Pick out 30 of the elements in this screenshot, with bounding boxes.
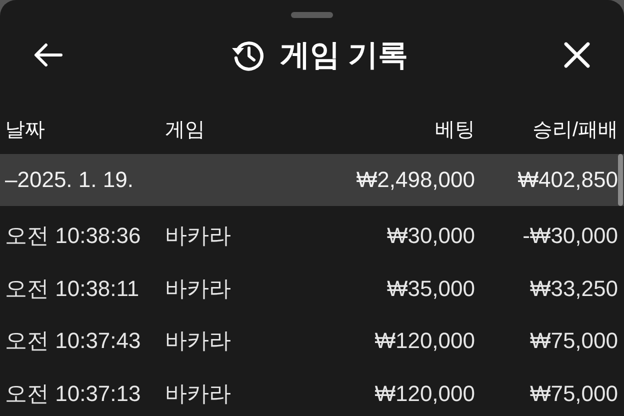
table-cell-text: 오전 10:38:11 [4, 274, 140, 303]
table-cell-text: –2025. 1. 19. [4, 167, 134, 193]
table-cell-text: 바카라 [165, 380, 232, 408]
column-header: 승리/패배 [531, 118, 618, 142]
table-cell-text: ₩30,000 [386, 223, 475, 250]
table-cell-text: ₩2,498,000 [355, 167, 475, 193]
table-cell-text: ₩35,000 [386, 276, 475, 302]
window-title: 게임 기록 [280, 38, 408, 74]
back-arrow-icon[interactable] [33, 42, 63, 68]
date-group-row[interactable]: –2025. 1. 19. ₩2,498,000 ₩402,850 [0, 154, 624, 206]
table-cell-text: ₩120,000 [374, 328, 475, 354]
column-header: 날짜 [4, 118, 46, 142]
table-cell-text: ₩402,850 [516, 167, 618, 193]
close-icon[interactable] [563, 41, 591, 69]
table-cell-text: ₩33,250 [528, 276, 618, 302]
table-cell-text: 오전 10:38:36 [4, 222, 142, 250]
table-cell-text: 바카라 [165, 327, 232, 356]
table-cell-text: 바카라 [165, 274, 232, 303]
table-cell-text: ₩120,000 [374, 380, 475, 407]
table-cell-text: -₩30,000 [522, 223, 618, 250]
table-cell-text: ₩75,000 [528, 380, 618, 407]
column-header: 베팅 [434, 118, 475, 142]
column-header: 게임 [165, 118, 206, 142]
table-cell-text: 바카라 [165, 222, 232, 250]
table-cell-text: 오전 10:37:43 [4, 327, 142, 356]
table-cell-text: ₩75,000 [528, 328, 618, 354]
drag-handle[interactable] [291, 12, 333, 18]
history-icon [230, 39, 264, 71]
scrollbar[interactable] [618, 154, 623, 206]
table-cell-text: 오전 10:37:13 [4, 380, 142, 408]
